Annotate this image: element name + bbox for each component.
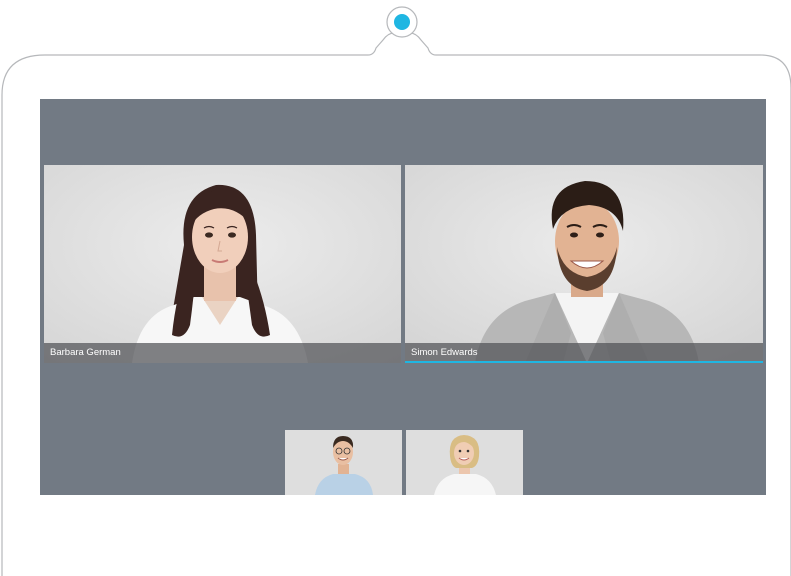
thumbnail-video-man (285, 430, 402, 495)
participant-name: Barbara German (50, 347, 121, 358)
participant-name: Simon Edwards (411, 347, 478, 358)
participant-tile-simon-edwards[interactable]: Simon Edwards (405, 165, 763, 363)
thumbnail-participant-2[interactable] (406, 430, 523, 495)
video-call-screen: Barbara German Simon Edwards (40, 99, 766, 495)
participant-tile-barbara-german[interactable]: Barbara German (44, 165, 401, 363)
participant-video-man (405, 165, 763, 363)
thumbnail-participant-1[interactable] (285, 430, 402, 495)
participant-video-woman (44, 165, 401, 363)
active-speaker-indicator (405, 361, 763, 363)
participant-name-bar: Simon Edwards (405, 343, 763, 363)
camera-indicator-icon (394, 14, 410, 30)
participant-name-bar: Barbara German (44, 343, 401, 363)
thumbnail-video-woman (406, 430, 523, 495)
